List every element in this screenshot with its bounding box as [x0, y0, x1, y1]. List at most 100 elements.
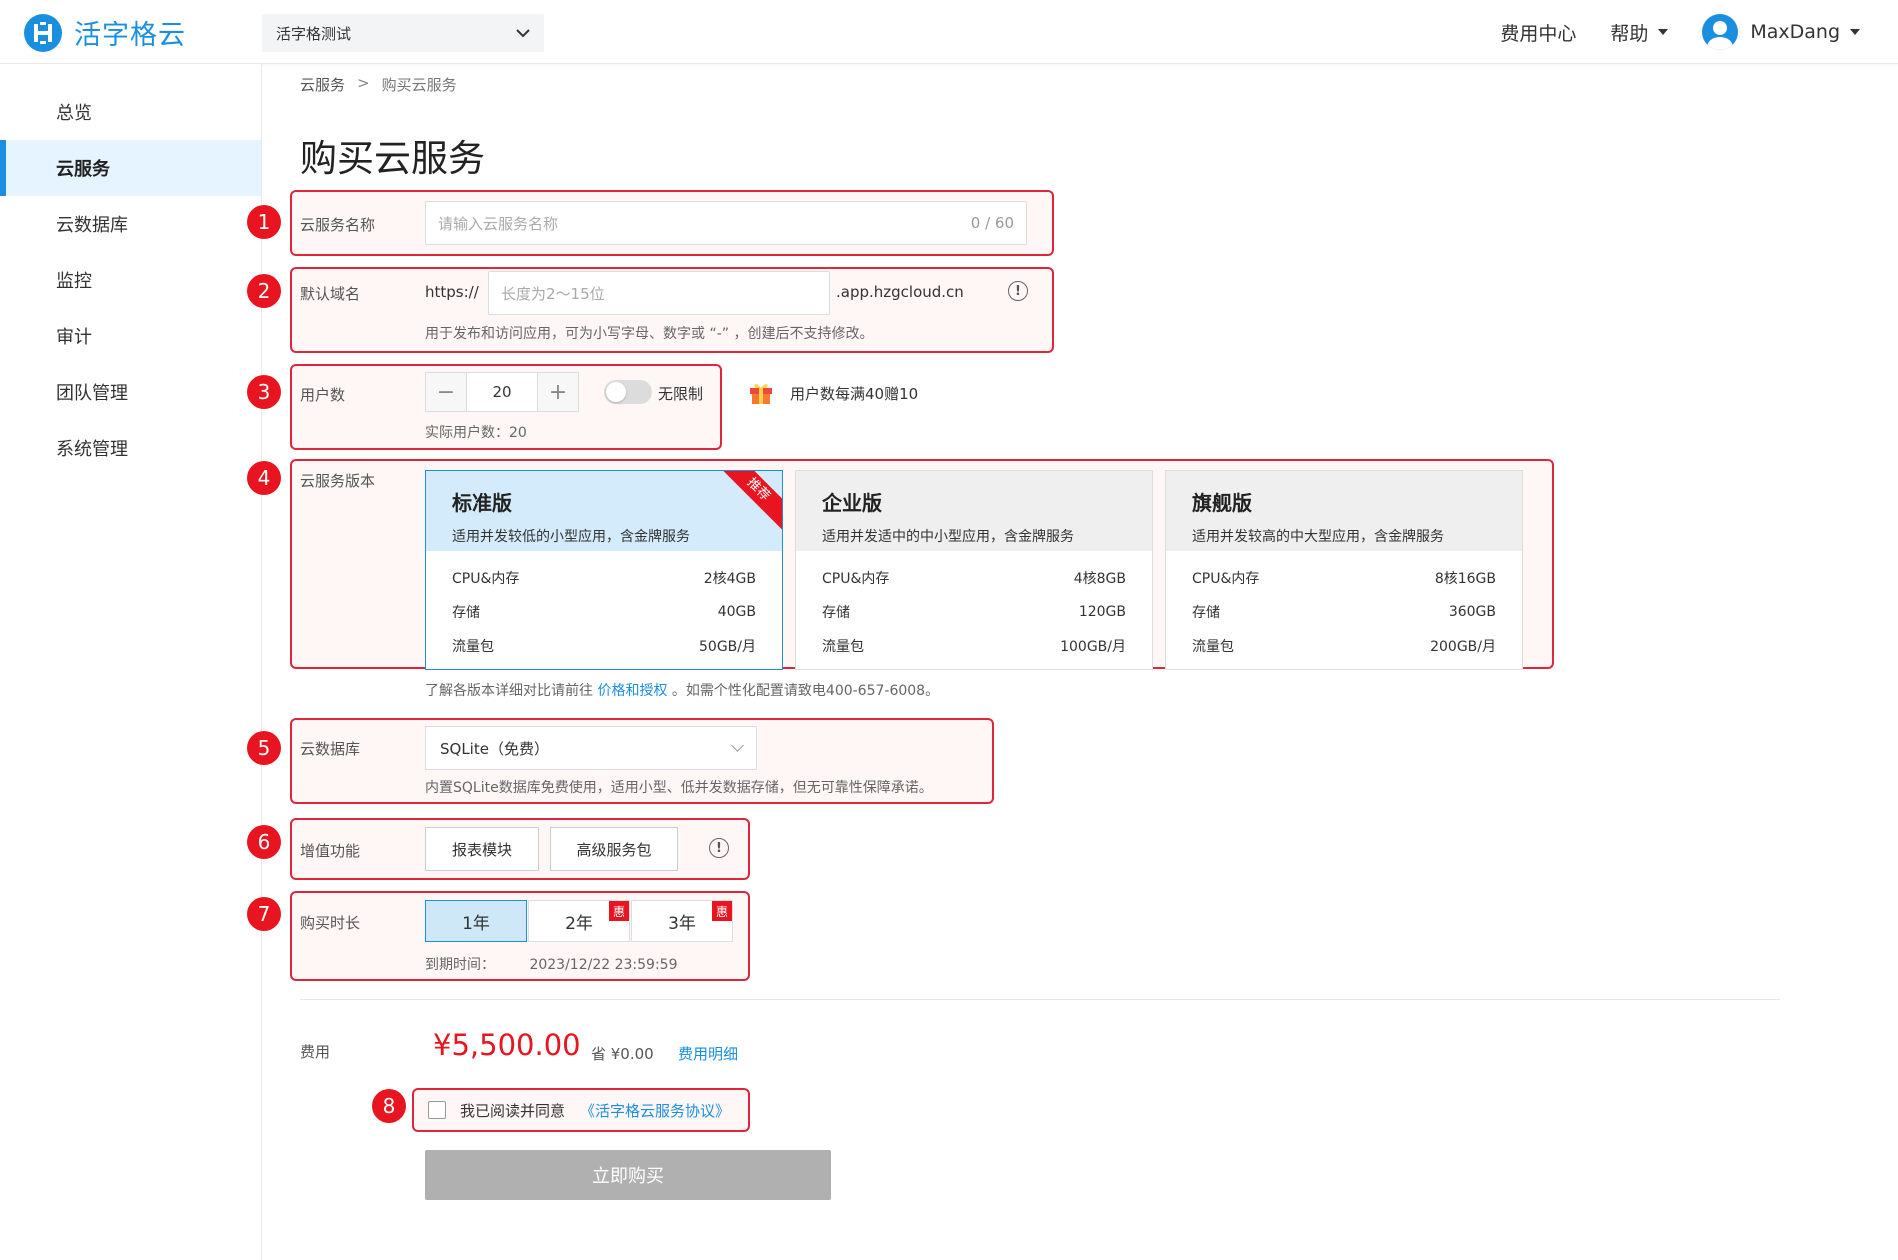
- discount-tag: 惠: [609, 901, 629, 921]
- spec-row: 流量包 50GB/月: [452, 639, 756, 655]
- expire-value: 2023/12/22 23:59:59: [529, 957, 678, 973]
- duration-option-2y[interactable]: 2年惠: [528, 900, 630, 942]
- version-desc: 适用并发较高的中大型应用，含金牌服务: [1192, 529, 1444, 545]
- step-badge-5: 5: [247, 731, 281, 765]
- database-label: 云数据库: [300, 740, 361, 758]
- hzg-logo-icon: [24, 13, 62, 52]
- sidebar-item-label: 云服务: [56, 159, 110, 180]
- main-content: 云服务 > 购买云服务 购买云服务 1 云服务名称 请输入云服务名称 0 / 6…: [247, 64, 1898, 1260]
- version-label: 云服务版本: [300, 472, 376, 490]
- sidebar-item-label: 云数据库: [56, 215, 128, 236]
- duration-option-1y[interactable]: 1年: [425, 900, 527, 942]
- expire-info: 到期时间： 2023/12/22 23:59:59: [425, 957, 678, 973]
- project-selector[interactable]: 活字格测试: [262, 14, 544, 52]
- sidebar-item-audit[interactable]: 审计: [0, 308, 261, 364]
- info-icon[interactable]: !: [709, 838, 729, 858]
- addon-report-button[interactable]: 报表模块: [425, 827, 539, 871]
- agreement-checkbox[interactable]: [428, 1101, 446, 1119]
- fee-label: 费用: [300, 1043, 331, 1061]
- step-badge-4: 4: [247, 461, 281, 495]
- step-badge-1: 1: [247, 205, 281, 239]
- version-name: 旗舰版: [1192, 491, 1252, 515]
- decrement-button[interactable]: −: [426, 373, 466, 411]
- domain-input[interactable]: 长度为2～15位: [488, 271, 830, 315]
- spec-row: CPU&内存 4核8GB: [822, 571, 1126, 587]
- name-label: 云服务名称: [300, 216, 376, 234]
- spec-row: 流量包 100GB/月: [822, 639, 1126, 655]
- buy-now-button[interactable]: 立即购买: [425, 1150, 831, 1200]
- database-selected-value: SQLite（免费）: [440, 739, 549, 758]
- increment-button[interactable]: +: [538, 373, 578, 411]
- info-icon[interactable]: !: [1008, 281, 1028, 301]
- saved-amount: 省 ¥0.00: [591, 1045, 654, 1063]
- service-name-placeholder: 请输入云服务名称: [438, 214, 559, 233]
- fee-center-link[interactable]: 费用中心: [1500, 19, 1576, 46]
- domain-prefix: https://: [425, 283, 479, 301]
- domain-hint: 用于发布和访问应用，可为小写字母、数字或 “-” ，创建后不支持修改。: [425, 326, 874, 342]
- sidebar-item-overview[interactable]: 总览: [0, 84, 261, 140]
- spec-row: 流量包 200GB/月: [1192, 639, 1496, 655]
- sidebar-item-cloud-service[interactable]: 云服务: [0, 140, 261, 196]
- user-menu[interactable]: MaxDang: [1702, 14, 1860, 50]
- spec-row: CPU&内存 2核4GB: [452, 571, 756, 587]
- breadcrumb-current: 购买云服务: [381, 76, 457, 94]
- users-value[interactable]: 20: [466, 373, 538, 411]
- spec-row: CPU&内存 8核16GB: [1192, 571, 1496, 587]
- version-card-enterprise[interactable]: 企业版 适用并发适中的中小型应用，含金牌服务 CPU&内存 4核8GB 存储 120…: [795, 470, 1153, 670]
- help-menu[interactable]: 帮助: [1610, 19, 1669, 46]
- step-badge-2: 2: [247, 274, 281, 308]
- gift-icon: [750, 384, 772, 404]
- sidebar-item-monitor[interactable]: 监控: [0, 252, 261, 308]
- version-name: 企业版: [822, 491, 882, 515]
- step-badge-8: 8: [372, 1089, 406, 1123]
- agreement-link[interactable]: 《活字格云服务协议》: [580, 1100, 730, 1121]
- pricing-link[interactable]: 价格和授权: [597, 683, 667, 699]
- chevron-down-icon: [516, 29, 530, 38]
- divider: [300, 999, 1780, 1000]
- sidebar-item-label: 团队管理: [56, 383, 128, 404]
- sidebar-item-team[interactable]: 团队管理: [0, 364, 261, 420]
- breadcrumb-root[interactable]: 云服务: [300, 74, 345, 95]
- help-label: 帮助: [1610, 22, 1649, 45]
- addons-label: 增值功能: [300, 842, 361, 860]
- unlimited-label: 无限制: [658, 385, 704, 403]
- version-name: 标准版: [452, 491, 512, 515]
- step-badge-6: 6: [247, 825, 281, 859]
- brand-name: 活字格云: [74, 20, 186, 51]
- version-desc: 适用并发较低的小型应用，含金牌服务: [452, 529, 690, 545]
- page-title: 购买云服务: [300, 137, 485, 180]
- sidebar-item-label: 监控: [56, 271, 92, 292]
- service-name-input[interactable]: 请输入云服务名称 0 / 60: [425, 201, 1027, 245]
- agreement-text: 我已阅读并同意: [460, 1102, 566, 1120]
- addon-advanced-button[interactable]: 高级服务包: [550, 827, 678, 871]
- domain-suffix: .app.hzgcloud.cn: [836, 283, 964, 301]
- char-counter: 0 / 60: [970, 214, 1014, 232]
- caret-down-icon: [1658, 29, 1669, 35]
- price-value: ¥5,500.00: [433, 1028, 581, 1062]
- duration-option-3y[interactable]: 3年惠: [631, 900, 733, 942]
- domain-placeholder: 长度为2～15位: [501, 284, 605, 303]
- sidebar-item-label: 系统管理: [56, 439, 128, 460]
- project-selector-label: 活字格测试: [276, 24, 352, 43]
- unlimited-toggle[interactable]: [604, 380, 652, 404]
- fee-center-label: 费用中心: [1500, 22, 1577, 45]
- domain-label: 默认域名: [300, 285, 361, 303]
- version-card-flagship[interactable]: 旗舰版 适用并发较高的中大型应用，含金牌服务 CPU&内存 8核16GB 存储 36…: [1165, 470, 1523, 670]
- brand-logo[interactable]: 活字格云: [24, 13, 186, 52]
- avatar: [1702, 14, 1739, 50]
- spec-row: 存储 40GB: [452, 604, 756, 621]
- users-label: 用户数: [300, 386, 346, 404]
- username: MaxDang: [1750, 21, 1840, 43]
- version-card-standard[interactable]: 标准版 适用并发较低的小型应用，含金牌服务 推荐 CPU&内存 2核4GB 存储 4…: [425, 470, 783, 670]
- version-note: 了解各版本详细对比请前往 价格和授权 。如需个性化配置请致电400-657-60…: [425, 683, 940, 699]
- fee-detail-link[interactable]: 费用明细: [678, 1043, 738, 1064]
- spec-row: 存储 120GB: [822, 604, 1126, 621]
- duration-label: 购买时长: [300, 914, 361, 932]
- sidebar-item-label: 审计: [56, 327, 92, 348]
- sidebar-item-cloud-database[interactable]: 云数据库: [0, 196, 261, 252]
- database-select[interactable]: SQLite（免费）: [425, 726, 757, 770]
- sidebar-item-system[interactable]: 系统管理: [0, 420, 261, 476]
- top-bar: 活字格云 活字格测试 费用中心 帮助 MaxDang: [0, 0, 1898, 64]
- database-hint: 内置SQLite数据库免费使用，适用小型、低并发数据存储，但无可靠性保障承诺。: [425, 780, 933, 796]
- sidebar: 总览 云服务 云数据库 监控 审计 团队管理 系统管理: [0, 64, 262, 1260]
